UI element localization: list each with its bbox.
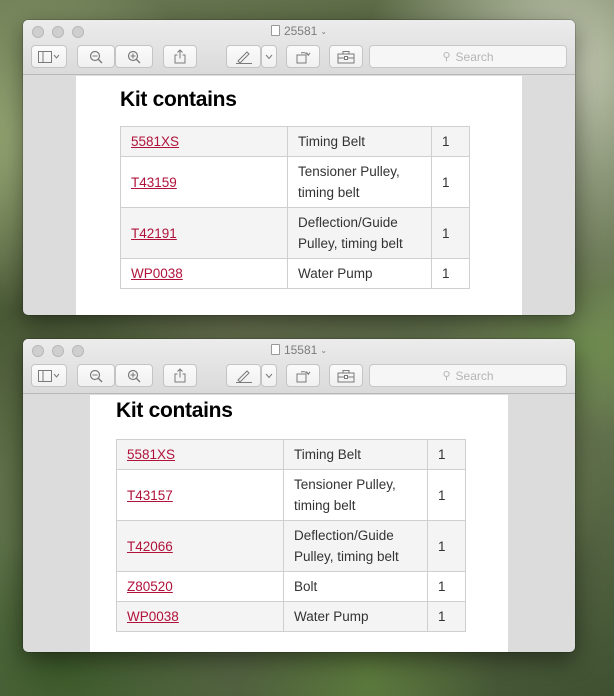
part-quantity: 1 [431,258,470,289]
zoom-out-button[interactable] [77,45,115,68]
rotate-icon [296,52,311,64]
part-number-link[interactable]: T43157 [116,469,284,521]
markup-button[interactable] [226,364,261,387]
zoom-out-button[interactable] [77,364,115,387]
titlebar: 15581 ⌄ ⚲ Search [23,339,575,394]
table-row: T42191 Deflection/Guide Pulley, timing b… [120,207,470,259]
table-row: WP0038 Water Pump 1 [116,601,466,632]
zoom-out-icon [89,369,103,382]
document-page: Kit contains 5581XS Timing Belt 1 T43157… [90,395,508,652]
document-icon [270,25,280,36]
part-quantity: 1 [431,156,470,208]
share-button[interactable] [163,45,197,68]
part-description: Deflection/Guide Pulley, timing belt [283,520,428,572]
table-row: T43159 Tensioner Pulley, timing belt 1 [120,156,470,208]
part-quantity: 1 [427,571,466,602]
zoom-in-button[interactable] [115,45,153,68]
search-field[interactable]: ⚲ Search [369,45,567,68]
part-quantity: 1 [427,520,466,572]
toolbar: ⚲ Search [31,364,567,388]
search-placeholder: Search [455,368,494,383]
table-row: 5581XS Timing Belt 1 [116,439,466,470]
toolbox-button[interactable] [329,45,363,68]
kit-table: 5581XS Timing Belt 1 T43157 Tensioner Pu… [116,439,466,632]
part-number-link[interactable]: WP0038 [120,258,288,289]
share-icon [174,368,186,383]
chevron-down-icon: ⌄ [320,346,328,355]
preview-window-25581: 25581 ⌄ ⚲ Search Kit contains 5581XS Tim… [23,20,575,315]
share-button[interactable] [163,364,197,387]
rotate-button[interactable] [286,364,320,387]
toolbox-button[interactable] [329,364,363,387]
part-quantity: 1 [427,601,466,632]
markup-dropdown[interactable] [261,364,277,387]
document-page: Kit contains 5581XS Timing Belt 1 T43159… [76,76,522,315]
sidebar-icon [38,369,60,382]
table-row: 5581XS Timing Belt 1 [120,126,470,157]
part-number-link[interactable]: T42191 [120,207,288,259]
toolbox-icon [337,369,355,382]
part-description: Bolt [283,571,428,602]
toolbox-icon [337,50,355,63]
chevron-down-icon [265,54,273,59]
part-quantity: 1 [427,439,466,470]
part-description: Water Pump [283,601,428,632]
part-description: Timing Belt [283,439,428,470]
markup-pen-icon [235,369,252,383]
markup-pen-icon [235,50,252,64]
search-placeholder: Search [455,49,494,64]
part-description: Deflection/Guide Pulley, timing belt [287,207,432,259]
zoom-in-icon [127,50,141,63]
window-title[interactable]: 25581 ⌄ [23,24,575,38]
chevron-down-icon [265,373,273,378]
window-title-text: 15581 [283,343,318,357]
part-number-link[interactable]: WP0038 [116,601,284,632]
titlebar: 25581 ⌄ ⚲ Search [23,20,575,75]
kit-heading: Kit contains [120,88,237,111]
part-quantity: 1 [431,126,470,157]
part-description: Water Pump [287,258,432,289]
part-number-link[interactable]: T43159 [120,156,288,208]
search-icon: ⚲ [442,370,451,382]
table-row: WP0038 Water Pump 1 [120,258,470,289]
table-row: T43157 Tensioner Pulley, timing belt 1 [116,469,466,521]
part-number-link[interactable]: T42066 [116,520,284,572]
share-icon [174,49,186,64]
part-number-link[interactable]: Z80520 [116,571,284,602]
sidebar-button[interactable] [31,45,67,68]
part-description: Tensioner Pulley, timing belt [283,469,428,521]
sidebar-button[interactable] [31,364,67,387]
zoom-out-icon [89,50,103,63]
part-description: Timing Belt [287,126,432,157]
part-number-link[interactable]: 5581XS [116,439,284,470]
search-icon: ⚲ [442,51,451,63]
sidebar-icon [38,50,60,63]
zoom-in-button[interactable] [115,364,153,387]
window-title[interactable]: 15581 ⌄ [23,343,575,357]
document-icon [270,344,280,355]
kit-heading: Kit contains [116,399,233,422]
zoom-in-icon [127,369,141,382]
part-quantity: 1 [427,469,466,521]
part-quantity: 1 [431,207,470,259]
preview-window-15581: 15581 ⌄ ⚲ Search Kit contains 5581XS Tim… [23,339,575,652]
part-description: Tensioner Pulley, timing belt [287,156,432,208]
markup-button[interactable] [226,45,261,68]
toolbar: ⚲ Search [31,45,567,69]
search-field[interactable]: ⚲ Search [369,364,567,387]
window-title-text: 25581 [283,24,318,38]
table-row: Z80520 Bolt 1 [116,571,466,602]
rotate-button[interactable] [286,45,320,68]
markup-dropdown[interactable] [261,45,277,68]
chevron-down-icon: ⌄ [320,27,328,36]
rotate-icon [296,371,311,383]
part-number-link[interactable]: 5581XS [120,126,288,157]
table-row: T42066 Deflection/Guide Pulley, timing b… [116,520,466,572]
kit-table: 5581XS Timing Belt 1 T43159 Tensioner Pu… [120,126,470,289]
